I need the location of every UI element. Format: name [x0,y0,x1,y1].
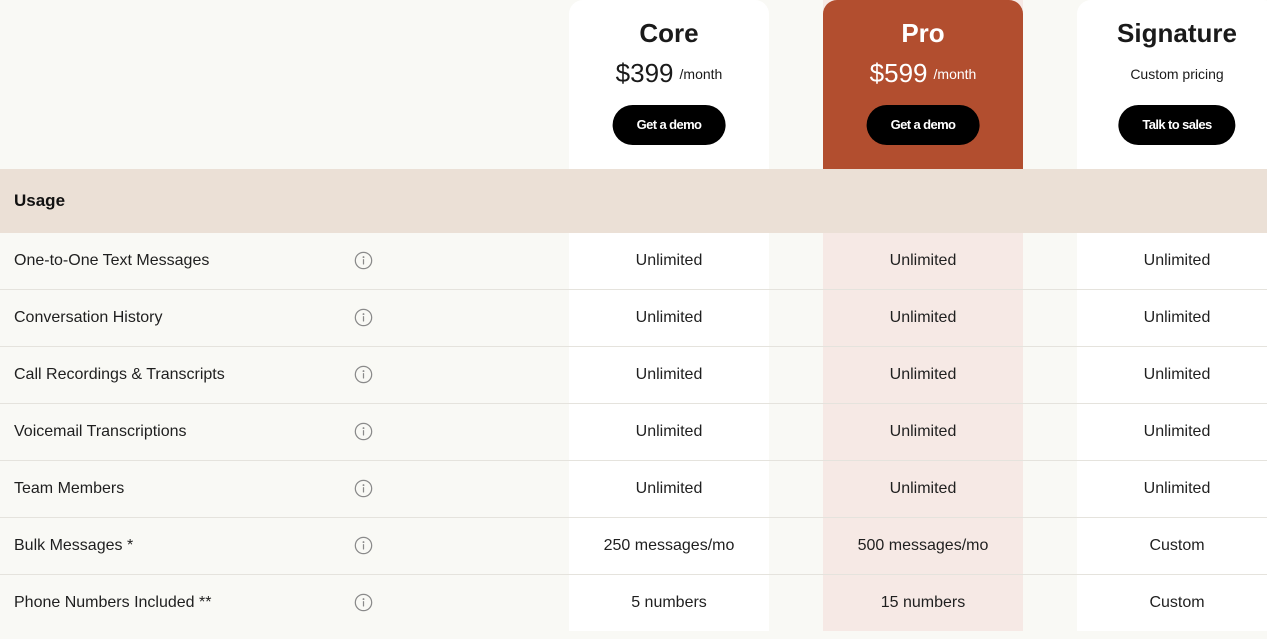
get-a-demo-button-pro[interactable]: Get a demo [866,105,980,145]
get-a-demo-button-core[interactable]: Get a demo [612,105,726,145]
plan-price: $399 [615,58,674,88]
cell-pro: 15 numbers [880,594,966,611]
cell-core: Unlimited [635,252,703,269]
cell-pro: Unlimited [889,423,957,440]
feature-label: Voicemail Transcriptions [14,423,187,440]
plan-period: /month [679,65,723,82]
cell-pro: Unlimited [889,480,957,497]
feature-label: Call Recordings & Transcripts [14,366,225,383]
table-row: Phone Numbers Included ** 5 numbers 15 num… [0,575,1267,632]
plan-header-signature: Signature Custom pricing Talk to sales [1077,0,1267,169]
plan-period: /month [933,65,977,82]
plan-header-core: Core $399/month Get a demo [569,0,769,169]
plan-name: Pro [901,18,945,48]
feature-label: One-to-One Text Messages [14,252,210,269]
plan-price: $599 [869,58,928,88]
section-title: Usage [14,191,66,210]
cell-signature: Unlimited [1143,366,1211,383]
cell-core: Unlimited [635,366,703,383]
info-icon[interactable] [354,536,373,555]
info-icon[interactable] [354,308,373,327]
plan-price-row: $599/month [823,58,1023,89]
info-icon[interactable] [354,251,373,270]
info-icon[interactable] [354,479,373,498]
info-icon[interactable] [354,365,373,384]
table-row: Call Recordings & Transcripts Unlimited Un… [0,347,1267,404]
cell-pro: Unlimited [889,366,957,383]
feature-label: Bulk Messages * [14,537,134,554]
info-icon[interactable] [354,422,373,441]
plan-header-pro: Pro $599/month Get a demo [823,0,1023,169]
cell-core: Unlimited [635,309,703,326]
table-row: Voicemail Transcriptions Unlimited Unlimit… [0,404,1267,461]
plan-name: Core [639,18,699,48]
table-row: Bulk Messages * 250 messages/mo 500 messag… [0,518,1267,575]
cell-core: Unlimited [635,480,703,497]
cell-signature: Unlimited [1143,252,1211,269]
cell-signature: Unlimited [1143,423,1211,440]
feature-label: Team Members [14,480,125,497]
info-icon[interactable] [354,593,373,612]
cell-signature: Custom [1149,594,1205,611]
feature-label: Phone Numbers Included ** [14,594,212,611]
cell-core: 5 numbers [631,594,707,611]
custom-pricing-text: Custom pricing [1130,66,1224,82]
cell-core: Unlimited [635,423,703,440]
plan-name: Signature [1117,18,1237,48]
plan-price-row: $399/month [569,58,769,89]
table-row: One-to-One Text Messages Unlimited Unlimit… [0,233,1267,290]
cell-signature: Unlimited [1143,309,1211,326]
cell-signature: Custom [1149,537,1205,554]
table-row: Team Members Unlimited Unlimited Unlimited [0,461,1267,518]
cell-pro: 500 messages/mo [857,537,989,554]
cell-core: 250 messages/mo [603,537,735,554]
cell-pro: Unlimited [889,309,957,326]
talk-to-sales-button[interactable]: Talk to sales [1118,105,1236,145]
table-row: Conversation History Unlimited Unlimited Un… [0,290,1267,347]
feature-label: Conversation History [14,309,163,326]
cell-pro: Unlimited [889,252,957,269]
cell-signature: Unlimited [1143,480,1211,497]
section-header-usage: Usage [0,169,1267,233]
